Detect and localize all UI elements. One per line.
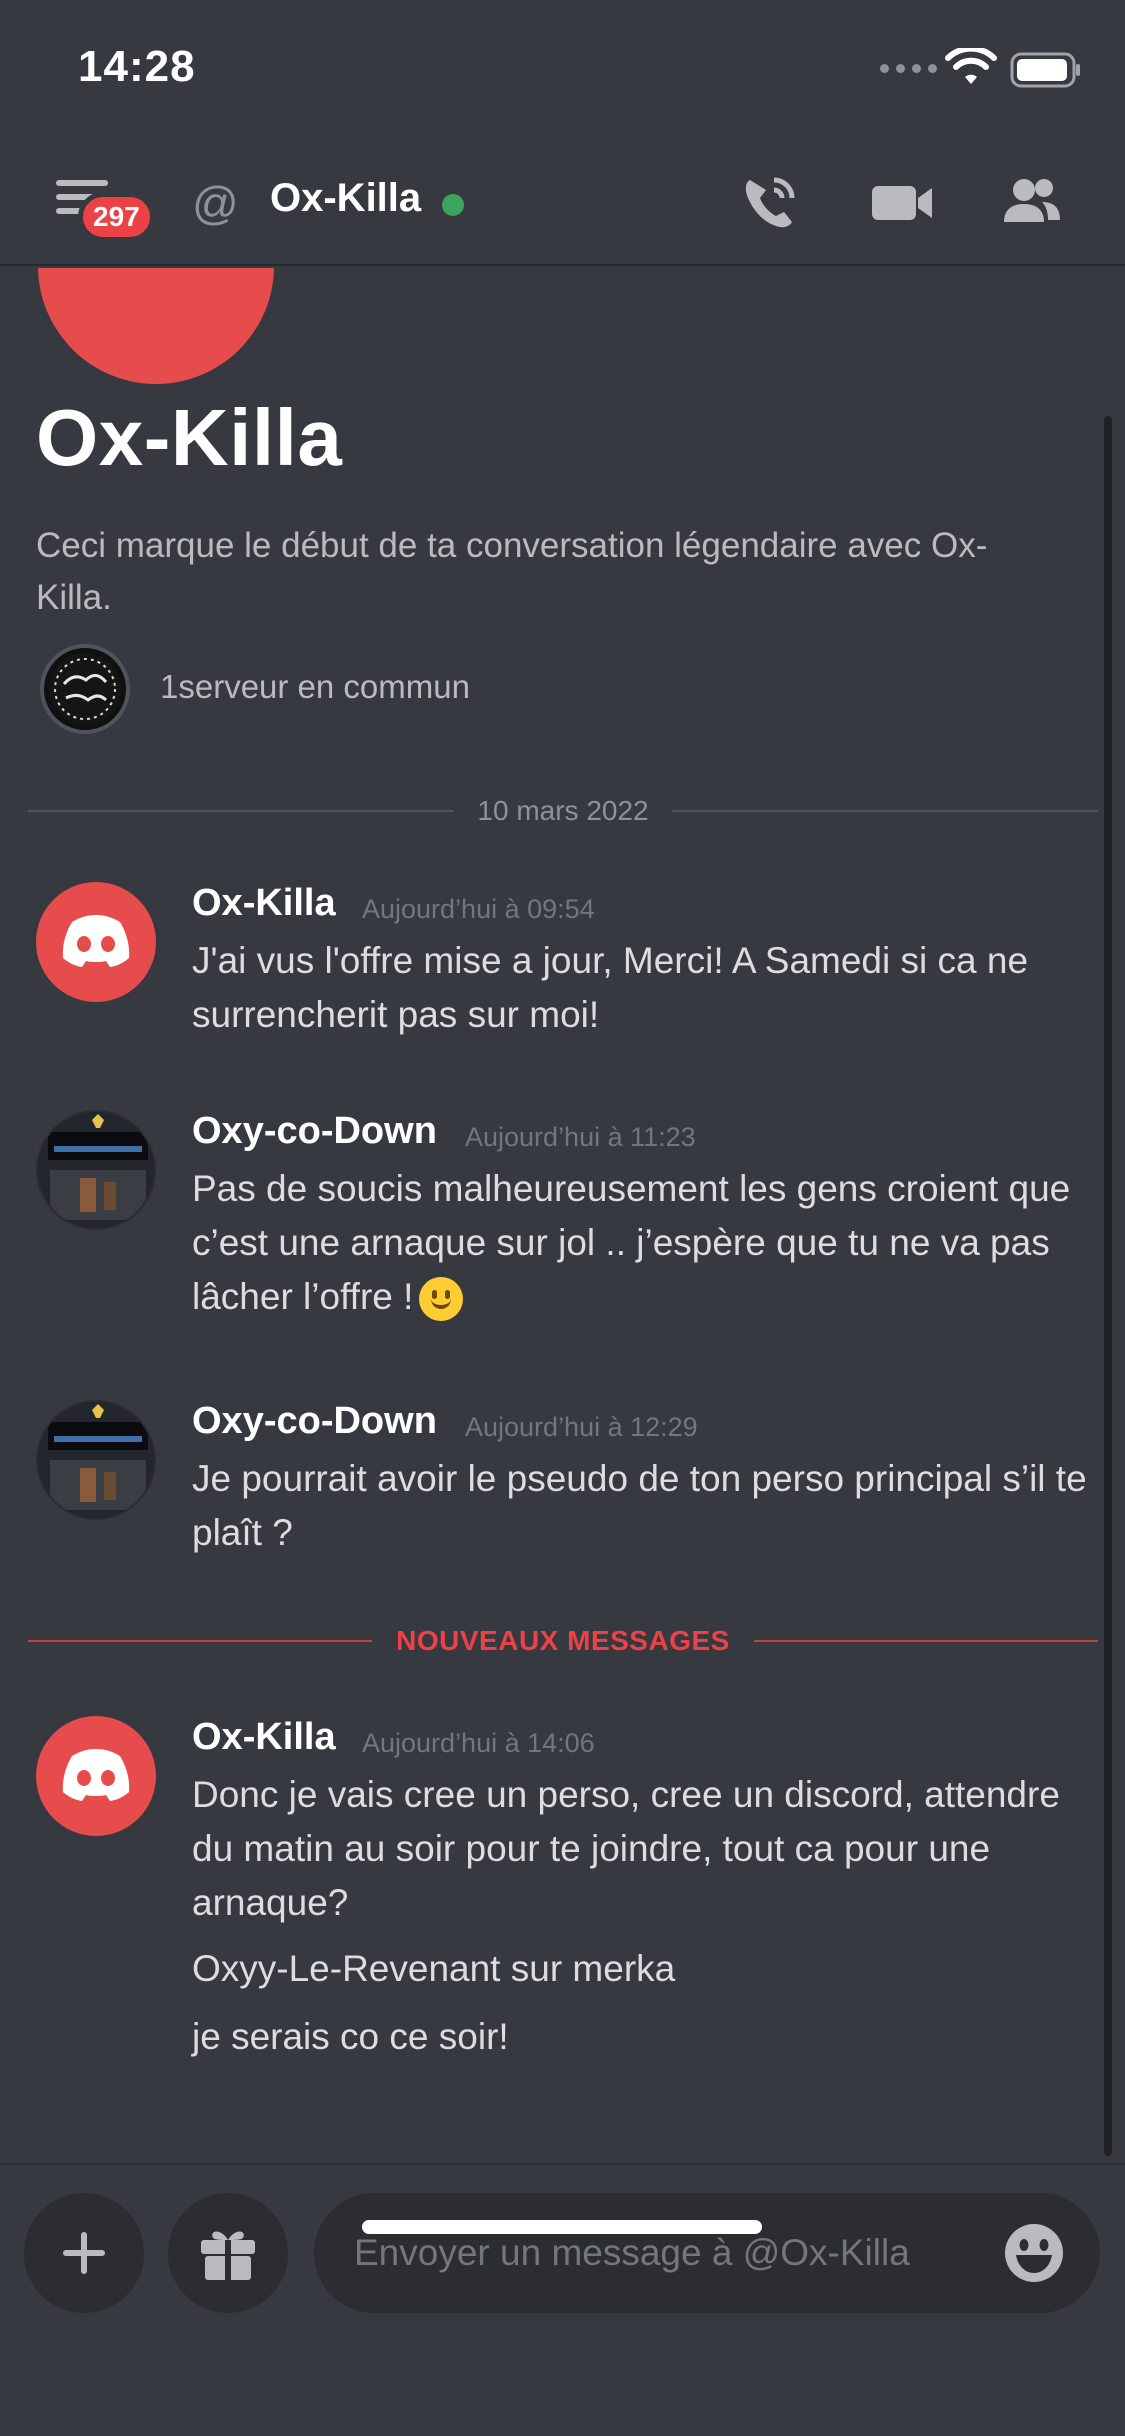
message-input[interactable] [354, 2193, 954, 2313]
message-author[interactable]: Ox-Killa [192, 1716, 336, 1759]
avatar[interactable] [36, 882, 156, 1002]
discord-logo-icon [62, 915, 130, 967]
at-icon: @ [192, 177, 239, 229]
scrollbar[interactable] [1104, 416, 1112, 2156]
emoji-picker-icon[interactable] [1002, 2221, 1066, 2285]
avatar[interactable] [36, 1400, 156, 1520]
message-timestamp: Aujourd’hui à 12:29 [465, 1412, 698, 1442]
message-author[interactable]: Oxy-co-Down [192, 1110, 437, 1153]
date-divider: 10 mars 2022 [28, 795, 1098, 827]
message-text-content: Pas de soucis malheureusement les gens c… [192, 1168, 1071, 1317]
home-indicator [362, 2220, 762, 2234]
message-followup: Oxyy-Le-Revenant sur merka [192, 1948, 676, 1989]
wifi-icon [945, 48, 997, 84]
phone-icon[interactable] [736, 170, 806, 234]
battery-icon [1010, 52, 1080, 88]
message-timestamp: Aujourd’hui à 09:54 [362, 894, 595, 924]
slight-smile-emoji-icon [419, 1277, 464, 1322]
chat-header: 297 @ Ox-Killa [0, 140, 1125, 266]
conversation-intro: Ceci marque le début de ta conversation … [36, 526, 988, 617]
gift-button[interactable] [168, 2193, 288, 2313]
message-text: Je pourrait avoir le pseudo de ton perso… [192, 1458, 1087, 1553]
profile-avatar [38, 268, 274, 384]
message-input-container[interactable] [314, 2193, 1100, 2313]
mutual-server-icon[interactable] [40, 644, 130, 734]
mutual-servers-link[interactable]: 1serveur en commun [160, 668, 470, 706]
message-composer [0, 2163, 1125, 2436]
new-messages-divider: NOUVEAUX MESSAGES [28, 1625, 1098, 1657]
profile-name: Ox-Killa [36, 393, 343, 482]
message-author[interactable]: Oxy-co-Down [192, 1400, 437, 1443]
discord-logo-icon [62, 1749, 130, 1801]
avatar[interactable] [36, 1110, 156, 1230]
cellular-signal-icon [880, 64, 937, 73]
online-status-icon [442, 194, 464, 216]
message-followup: je serais co ce soir! [192, 2016, 509, 2057]
message-timestamp: Aujourd’hui à 11:23 [465, 1122, 696, 1152]
avatar[interactable] [36, 1716, 156, 1836]
message-timestamp: Aujourd’hui à 14:06 [362, 1728, 595, 1758]
message-text: Donc je vais cree un perso, cree un disc… [192, 1774, 1060, 1923]
video-icon[interactable] [868, 170, 938, 234]
plus-icon [63, 2232, 105, 2274]
status-bar: 14:28 [0, 0, 1125, 140]
add-attachment-button[interactable] [24, 2193, 144, 2313]
message-text: J'ai vus l'offre mise a jour, Merci! A S… [192, 940, 1029, 1035]
unread-badge: 297 [78, 192, 155, 242]
message-text: Pas de soucis malheureusement les gens c… [192, 1162, 1102, 1324]
members-icon[interactable] [996, 170, 1066, 234]
new-messages-label: NOUVEAUX MESSAGES [372, 1625, 754, 1657]
message-list[interactable]: Ox-Killa Ceci marque le début de ta conv… [0, 268, 1125, 2163]
gift-icon [201, 2231, 255, 2280]
status-time: 14:28 [78, 42, 196, 91]
date-divider-label: 10 mars 2022 [453, 795, 673, 827]
header-username[interactable]: Ox-Killa [270, 176, 421, 221]
message-author[interactable]: Ox-Killa [192, 882, 336, 925]
